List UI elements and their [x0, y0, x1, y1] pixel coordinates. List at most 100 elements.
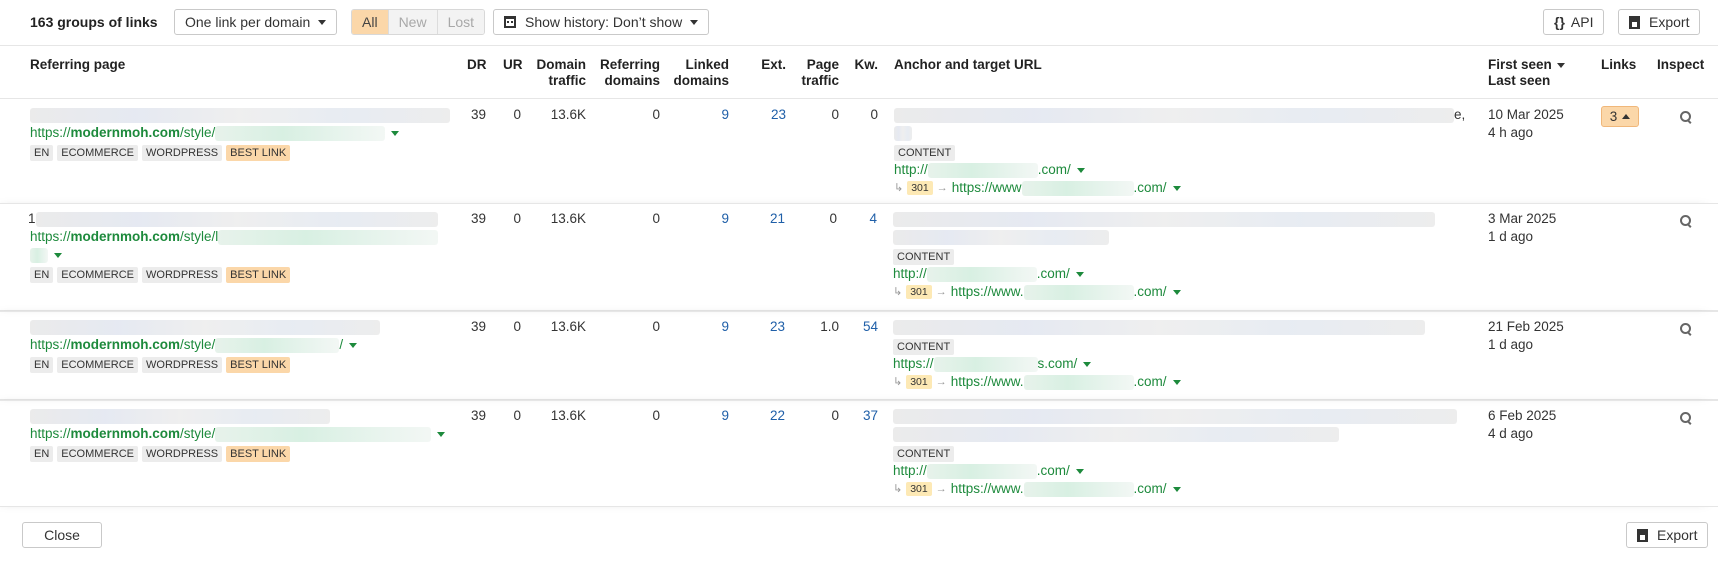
filter-all[interactable]: All	[352, 10, 388, 34]
redacted-text	[894, 125, 912, 141]
kw-value[interactable]: 54	[838, 318, 878, 336]
referring-page-url[interactable]: https://modernmoh.com/style/	[30, 124, 400, 142]
ext-value[interactable]: 23	[745, 318, 785, 336]
grouping-dropdown[interactable]: One link per domain	[174, 9, 338, 35]
referring-page-url[interactable]: https://modernmoh.com/style/	[30, 425, 446, 443]
ext-value[interactable]: 23	[746, 106, 786, 124]
url-path: /style/	[180, 426, 216, 441]
col-referring-page[interactable]: Referring page	[30, 57, 125, 73]
chevron-down-icon[interactable]	[437, 431, 446, 437]
col-linked-domains[interactable]: Linked domains	[670, 57, 729, 89]
chevron-down-icon[interactable]	[1172, 486, 1181, 492]
chevron-down-icon[interactable]	[1075, 468, 1084, 474]
target-url[interactable]: http:// .com/	[893, 462, 1084, 480]
ur-value: 0	[513, 107, 521, 122]
first-seen: 21 Feb 2025	[1488, 319, 1564, 334]
referring-page-title[interactable]: 1	[28, 210, 438, 228]
chevron-down-icon[interactable]	[54, 252, 62, 258]
referring-page-url[interactable]: https://modernmoh.com/style/l	[30, 228, 439, 246]
redirect-url[interactable]: ↳ 301 → https://www. .com/	[893, 480, 1181, 498]
col-referring-domains-line2: domains	[604, 73, 660, 88]
chevron-down-icon[interactable]	[1083, 361, 1092, 367]
col-first-last-seen[interactable]: First seen Last seen	[1488, 57, 1565, 89]
filter-new[interactable]: New	[387, 10, 437, 34]
redirect-code: 301	[907, 181, 933, 195]
chevron-down-icon[interactable]	[349, 342, 358, 348]
col-dr[interactable]: DR	[467, 57, 487, 73]
linked-domains-value[interactable]: 9	[689, 210, 729, 228]
close-button[interactable]: Close	[22, 522, 102, 548]
content-tag: CONTENT	[893, 249, 955, 265]
chevron-down-icon	[690, 19, 699, 25]
chevron-down-icon[interactable]	[1172, 289, 1181, 295]
referring-page-url[interactable]: https://modernmoh.com/style/ /	[30, 336, 358, 354]
chevron-down-icon[interactable]	[1172, 185, 1181, 191]
col-ext[interactable]: Ext.	[746, 57, 786, 73]
chevron-down-icon[interactable]	[1172, 379, 1181, 385]
domain-traffic-value: 13.6K	[550, 319, 586, 334]
redacted-text	[1023, 481, 1134, 497]
col-domain-traffic[interactable]: Domain traffic	[528, 57, 586, 89]
url-domain: modernmoh.com	[70, 229, 181, 244]
tag-ecommerce: ECOMMERCE	[57, 446, 139, 462]
redirect-url-suffix: .com/	[1133, 374, 1167, 389]
redirect-arrow-icon: ↳	[893, 376, 903, 388]
export-button[interactable]: Export	[1618, 9, 1701, 35]
magnifier-icon[interactable]	[1680, 215, 1692, 227]
col-page-traffic[interactable]: Page traffic	[797, 57, 839, 89]
target-url[interactable]: http:// .com/	[893, 265, 1084, 283]
history-dropdown[interactable]: Show history: Don’t show	[493, 9, 710, 35]
referring-page-title[interactable]	[30, 318, 380, 336]
api-button[interactable]: {} API	[1543, 9, 1605, 35]
linked-domains-value[interactable]: 9	[689, 407, 729, 425]
referring-page-title[interactable]	[30, 106, 450, 124]
ext-value[interactable]: 21	[745, 210, 785, 228]
anchor-text	[893, 407, 1457, 425]
dr-value: 39	[470, 107, 486, 122]
links-count-button[interactable]: 3	[1601, 106, 1639, 127]
anchor-text: e,	[894, 106, 1465, 124]
magnifier-icon[interactable]	[1680, 111, 1692, 123]
domain-traffic-value: 13.6K	[550, 211, 586, 226]
redirect-url[interactable]: ↳ 301 → https://www. .com/	[893, 373, 1181, 391]
linked-domains-value[interactable]: 9	[689, 318, 729, 336]
arrow-right-icon: →	[935, 286, 947, 298]
col-linked-domains-line1: Linked	[685, 57, 729, 72]
linked-domains-value[interactable]: 9	[689, 106, 729, 124]
kw-value[interactable]: 4	[837, 210, 877, 228]
referring-page-title[interactable]	[30, 407, 330, 425]
redirect-url[interactable]: ↳ 301 → https://www .com/	[894, 179, 1181, 197]
chevron-down-icon[interactable]	[391, 130, 400, 136]
tag-wordpress: WORDPRESS	[142, 145, 223, 161]
kw-value[interactable]: 37	[838, 407, 878, 425]
col-last-seen: Last seen	[1488, 73, 1551, 88]
magnifier-icon[interactable]	[1680, 323, 1692, 335]
magnifier-icon[interactable]	[1680, 412, 1692, 424]
footer-export-button[interactable]: Export	[1626, 522, 1709, 548]
export-label: Export	[1649, 14, 1690, 30]
chevron-down-icon[interactable]	[1075, 271, 1084, 277]
filter-lost[interactable]: Lost	[436, 10, 485, 34]
target-url[interactable]: http:// .com/	[894, 161, 1085, 179]
tag-language: EN	[30, 267, 54, 283]
anchor-text-line2	[894, 124, 912, 142]
content-tag: CONTENT	[893, 339, 955, 355]
redirect-url[interactable]: ↳ 301 → https://www. .com/	[893, 283, 1181, 301]
tag-language: EN	[30, 357, 54, 373]
ext-value[interactable]: 22	[745, 407, 785, 425]
redacted-text	[215, 426, 432, 442]
table-row: 1 https://modernmoh.com/style/l EN ECOMM…	[0, 203, 1718, 311]
col-referring-domains[interactable]: Referring domains	[598, 57, 660, 89]
col-links[interactable]: Links	[1601, 57, 1636, 73]
chevron-down-icon[interactable]	[1076, 167, 1085, 173]
col-ur[interactable]: UR	[503, 57, 523, 73]
redacted-text	[218, 229, 439, 245]
col-anchor[interactable]: Anchor and target URL	[894, 57, 1042, 73]
anchor-tail: e,	[1454, 107, 1466, 122]
target-url[interactable]: https:// s.com/	[893, 355, 1092, 373]
col-kw[interactable]: Kw.	[838, 57, 879, 73]
page-tags: EN ECOMMERCE WORDPRESS BEST LINK	[30, 267, 291, 283]
redirect-arrow-icon: ↳	[893, 286, 903, 298]
calendar-icon	[504, 16, 516, 28]
redirect-arrow-icon: ↳	[893, 483, 903, 495]
